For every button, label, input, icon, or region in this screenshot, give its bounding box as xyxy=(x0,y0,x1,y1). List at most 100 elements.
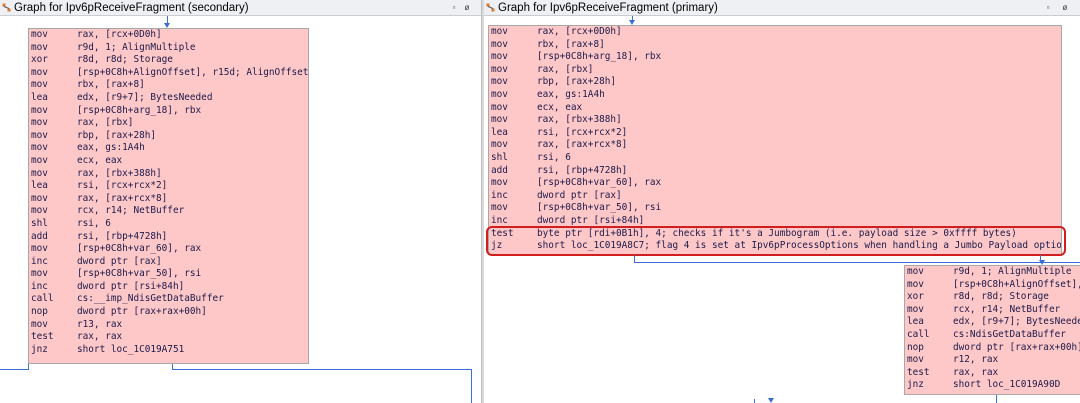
asm-mnemonic: mov xyxy=(31,41,48,53)
asm-line[interactable]: mov [rsp+0C8h+arg_18], rbx xyxy=(29,105,308,118)
asm-operands: rax, [rcx+0D0h] xyxy=(537,26,622,37)
asm-line[interactable]: xor r8d, r8d; Storage xyxy=(29,54,308,67)
edge xyxy=(996,395,997,403)
asm-line[interactable]: mov eax, gs:1A4h xyxy=(29,142,308,155)
pane-titlebar[interactable]: Graph for Ipv6pReceiveFragment (primary)… xyxy=(484,0,1080,16)
asm-operands: rax, [rbx] xyxy=(537,63,594,75)
asm-mnemonic: mov xyxy=(491,177,508,189)
asm-operands: cs:__imp_NdisGetDataBuffer xyxy=(77,293,224,305)
asm-operands: r9d, 1; AlignMultiple xyxy=(953,266,1072,277)
asm-mnemonic: inc xyxy=(31,255,48,267)
graph-canvas[interactable]: mov rax, [rcx+0D0h] mov rbx, [rax+8] mov [rsp… xyxy=(484,16,1080,403)
asm-mnemonic: xor xyxy=(31,54,48,66)
asm-mnemonic: mov xyxy=(31,318,48,330)
asm-line[interactable]: mov ecx, eax xyxy=(29,155,308,168)
edge xyxy=(634,262,1040,263)
asm-line[interactable]: add rsi, [rbp+4728h] xyxy=(489,165,1061,178)
asm-line[interactable]: mov [rsp+0C8h+var_50], rsi xyxy=(29,268,308,281)
asm-operands: rbp, [rax+28h] xyxy=(77,129,157,141)
asm-line[interactable]: mov [rsp+0C8h+AlignOffset], r15d; AlignOf… xyxy=(29,67,308,80)
edge xyxy=(172,369,471,370)
asm-line[interactable]: inc dword ptr [rax] xyxy=(489,190,1061,203)
arrow-down-icon xyxy=(768,398,774,403)
asm-line[interactable]: mov r9d, 1; AlignMultiple xyxy=(905,266,1080,279)
asm-line[interactable]: mov rax, [rbx+388h] xyxy=(29,168,308,181)
asm-mnemonic: call xyxy=(31,293,54,305)
asm-operands: rsi, [rcx+rcx*2] xyxy=(77,180,168,192)
asm-line[interactable]: mov [rsp+0C8h+var_60], rax xyxy=(489,177,1061,190)
asm-line[interactable]: lea rsi, [rcx+rcx*2] xyxy=(489,127,1061,140)
asm-line[interactable]: mov rax, [rbx+388h] xyxy=(489,114,1061,127)
asm-operands: edx, [r9+7]; BytesNeede xyxy=(953,316,1080,328)
asm-mnemonic: test xyxy=(31,331,54,343)
asm-line[interactable]: shl rsi, 6 xyxy=(489,152,1061,165)
asm-line[interactable]: lea rsi, [rcx+rcx*2] xyxy=(29,180,308,193)
code-block[interactable]: mov rax, [rcx+0D0h] mov rbx, [rax+8] mov [rsp… xyxy=(488,25,1062,255)
asm-line[interactable]: mov rcx, r14; NetBuffer xyxy=(905,304,1080,317)
asm-line[interactable]: mov [rsp+0C8h+AlignOffset], xyxy=(905,279,1080,292)
asm-line[interactable]: mov r12, rax xyxy=(905,354,1080,367)
asm-line[interactable]: lea edx, [r9+7]; BytesNeede xyxy=(905,316,1080,329)
asm-line[interactable]: call cs:NdisGetDataBuffer xyxy=(905,329,1080,342)
asm-mnemonic: mov xyxy=(491,38,508,50)
asm-line[interactable]: mov rbp, [rax+28h] xyxy=(489,76,1061,89)
restore-icon[interactable]: ▫ xyxy=(1043,0,1053,16)
asm-operands: rsi, [rbp+4728h] xyxy=(537,164,628,176)
asm-line[interactable]: jnz short loc_1C019A751 xyxy=(29,344,308,357)
asm-line[interactable]: test rax, rax xyxy=(29,331,308,344)
close-icon[interactable]: ø xyxy=(1060,0,1070,16)
asm-mnemonic: call xyxy=(907,328,930,340)
restore-icon[interactable]: ▫ xyxy=(449,0,459,16)
asm-line[interactable]: mov rbx, [rax+8] xyxy=(29,79,308,92)
asm-line[interactable]: lea edx, [r9+7]; BytesNeeded xyxy=(29,92,308,105)
asm-line[interactable]: jnz short loc_1C019A90D xyxy=(905,379,1080,392)
asm-line[interactable]: nop dword ptr [rax+rax+00h] xyxy=(905,342,1080,355)
asm-mnemonic: mov xyxy=(31,29,48,40)
asm-line[interactable]: inc dword ptr [rax] xyxy=(29,256,308,269)
asm-line[interactable]: mov rax, [rax+rcx*8] xyxy=(29,193,308,206)
close-icon[interactable]: ø xyxy=(462,0,472,16)
code-block[interactable]: mov rax, [rcx+0D0h] mov r9d, 1; AlignMultip… xyxy=(28,28,309,364)
asm-line[interactable]: mov [rsp+0C8h+var_60], rax xyxy=(29,243,308,256)
asm-line[interactable]: mov rbx, [rax+8] xyxy=(489,39,1061,52)
asm-mnemonic: inc xyxy=(491,189,508,201)
asm-line[interactable]: mov ecx, eax xyxy=(489,102,1061,115)
asm-line[interactable]: mov rbp, [rax+28h] xyxy=(29,130,308,143)
asm-operands: [rsp+0C8h+var_50], rsi xyxy=(537,202,662,214)
asm-line[interactable]: mov rax, [rbx] xyxy=(489,64,1061,77)
edge xyxy=(0,369,29,370)
asm-operands: rax, [rbx+388h] xyxy=(77,167,162,179)
asm-line[interactable]: mov r9d, 1; AlignMultiple xyxy=(29,42,308,55)
pane-titlebar[interactable]: Graph for Ipv6pReceiveFragment (secondar… xyxy=(0,0,481,16)
asm-operands: rax, rax xyxy=(953,366,999,378)
asm-operands: rax, [rcx+0D0h] xyxy=(77,29,162,40)
graph-pane-secondary[interactable]: Graph for Ipv6pReceiveFragment (secondar… xyxy=(0,0,481,403)
asm-line[interactable]: xor r8d, r8d; Storage xyxy=(905,291,1080,304)
asm-line[interactable]: test rax, rax xyxy=(905,367,1080,380)
asm-line[interactable]: mov [rsp+0C8h+arg_18], rbx xyxy=(489,51,1061,64)
graph-canvas[interactable]: mov rax, [rcx+0D0h] mov r9d, 1; AlignMultip… xyxy=(0,16,481,403)
asm-mnemonic: test xyxy=(907,366,930,378)
asm-line[interactable]: mov rax, [rcx+0D0h] xyxy=(29,29,308,42)
asm-line[interactable]: mov rax, [rcx+0D0h] xyxy=(489,26,1061,39)
asm-mnemonic: mov xyxy=(31,104,48,116)
asm-line[interactable]: mov rax, [rbx] xyxy=(29,117,308,130)
asm-operands: rsi, [rcx+rcx*2] xyxy=(537,126,628,138)
asm-operands: rax, [rax+rcx*8] xyxy=(537,139,628,151)
asm-line[interactable]: mov eax, gs:1A4h xyxy=(489,89,1061,102)
asm-line[interactable]: shl rsi, 6 xyxy=(29,218,308,231)
asm-line[interactable]: mov rax, [rax+rcx*8] xyxy=(489,139,1061,152)
code-block[interactable]: mov r9d, 1; AlignMultiple mov [rsp+0C8h+Ali… xyxy=(904,265,1080,395)
pane-title: Graph for Ipv6pReceiveFragment (primary) xyxy=(498,2,718,14)
asm-line[interactable]: call cs:__imp_NdisGetDataBuffer xyxy=(29,293,308,306)
asm-line[interactable]: add rsi, [rbp+4728h] xyxy=(29,231,308,244)
asm-operands: rsi, 6 xyxy=(537,151,571,163)
asm-line[interactable]: nop dword ptr [rax+rax+00h] xyxy=(29,306,308,319)
asm-line[interactable]: mov r13, rax xyxy=(29,319,308,332)
graph-pane-primary[interactable]: Graph for Ipv6pReceiveFragment (primary)… xyxy=(484,0,1080,403)
asm-line[interactable]: inc dword ptr [rsi+84h] xyxy=(29,281,308,294)
asm-operands: dword ptr [rax] xyxy=(537,189,622,201)
asm-line[interactable]: mov rcx, r14; NetBuffer xyxy=(29,205,308,218)
asm-operands: dword ptr [rsi+84h] xyxy=(77,280,185,292)
asm-line[interactable]: mov [rsp+0C8h+var_50], rsi xyxy=(489,202,1061,215)
